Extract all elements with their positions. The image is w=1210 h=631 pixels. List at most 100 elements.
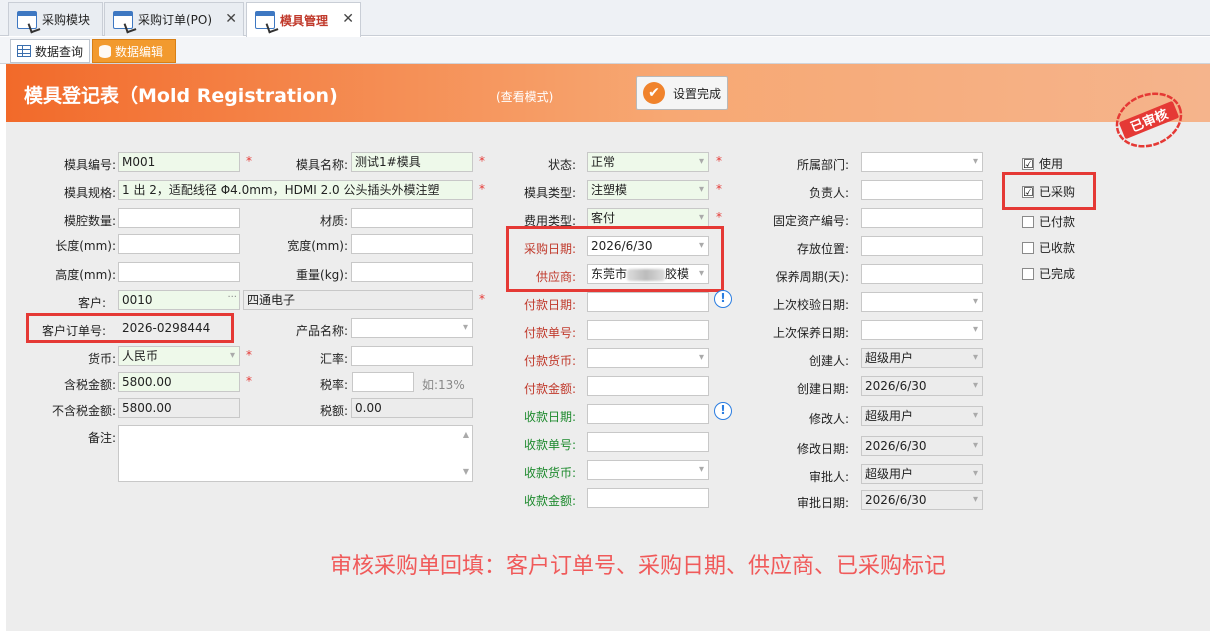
length-label: 长度(mm):	[55, 239, 116, 253]
checkbox-paid[interactable]: 已付款	[1022, 213, 1075, 230]
receive-amount-field[interactable]	[587, 488, 709, 508]
asset-no-label: 固定资产编号:	[772, 214, 849, 228]
tax-amount-label: 税额:	[319, 404, 348, 418]
creator-field: 超级用户	[861, 348, 983, 368]
subtab-label: 数据编辑	[115, 44, 164, 59]
tab-label: 模具管理	[280, 13, 329, 28]
receive-amount-label: 收款金额:	[523, 494, 576, 508]
currency-label: 货币:	[87, 352, 116, 366]
mold-no-field[interactable]: M001	[118, 152, 240, 172]
currency-dropdown[interactable]: 人民币	[118, 346, 240, 366]
material-field[interactable]	[351, 208, 473, 228]
checkbox-completed[interactable]: 已完成	[1022, 265, 1075, 282]
customer-label: 客户:	[77, 296, 106, 310]
grid-icon	[17, 45, 31, 57]
scroll-down-icon[interactable]: ▼	[463, 463, 469, 481]
required-mark: *	[246, 348, 252, 362]
last-maint-label: 上次保养日期:	[772, 326, 849, 340]
last-check-dropdown[interactable]	[861, 292, 983, 312]
pay-currency-dropdown[interactable]	[587, 348, 709, 368]
create-date-field: 2026/6/30	[861, 376, 983, 396]
exchange-rate-field[interactable]	[351, 346, 473, 366]
window-icon	[17, 10, 37, 29]
close-icon[interactable]: ✕	[225, 11, 237, 27]
close-icon[interactable]: ✕	[342, 11, 354, 27]
spec-field[interactable]: 1 出 2，适配线径 Φ4.0mm，HDMI 2.0 公头插头外模注塑	[118, 180, 473, 200]
customer-name-field: 四通电子	[243, 290, 473, 310]
maint-cycle-label: 保养周期(天):	[775, 270, 849, 284]
required-mark: *	[246, 374, 252, 388]
required-mark: *	[479, 182, 485, 196]
fee-type-dropdown[interactable]: 客付	[587, 208, 709, 228]
checkbox-label: 已付款	[1039, 215, 1076, 229]
scroll-up-icon[interactable]: ▲	[463, 426, 469, 444]
tab-label: 采购订单(PO)	[138, 13, 213, 27]
mold-type-dropdown[interactable]: 注塑模	[587, 180, 709, 200]
tab-purchase-module[interactable]: 采购模块	[8, 2, 103, 36]
last-maint-dropdown[interactable]	[861, 320, 983, 340]
subtab-data-edit[interactable]: 数据编辑	[92, 39, 176, 63]
tax-rate-field[interactable]	[352, 372, 414, 392]
width-field[interactable]	[351, 234, 473, 254]
tab-mold-management[interactable]: 模具管理 ✕	[246, 2, 361, 37]
spec-label: 模具规格:	[63, 186, 116, 200]
annotation-note: 审核采购单回填：客户订单号、采购日期、供应商、已采购标记	[330, 554, 947, 579]
status-dropdown[interactable]: 正常	[587, 152, 709, 172]
location-field[interactable]	[861, 236, 983, 256]
subtab-data-query[interactable]: 数据查询	[10, 39, 90, 63]
customer-code-field[interactable]: 0010 ···	[118, 290, 240, 310]
cavity-field[interactable]	[118, 208, 240, 228]
mold-name-field[interactable]: 测试1#模具	[351, 152, 473, 172]
length-field[interactable]	[118, 234, 240, 254]
pay-currency-label: 付款货币:	[523, 354, 576, 368]
product-name-dropdown[interactable]	[351, 318, 473, 338]
department-dropdown[interactable]	[861, 152, 983, 172]
pay-amount-label: 付款金额:	[523, 382, 576, 396]
checkbox-label: 已完成	[1039, 267, 1076, 281]
receive-currency-label: 收款货币:	[523, 466, 576, 480]
pay-no-label: 付款单号:	[523, 326, 576, 340]
weight-field[interactable]	[351, 262, 473, 282]
pay-no-field[interactable]	[587, 320, 709, 340]
amount-notax-field: 5800.00	[118, 398, 240, 418]
height-field[interactable]	[118, 262, 240, 282]
tax-amount-field: 0.00	[351, 398, 473, 418]
tax-rate-hint: 如:13%	[422, 378, 465, 392]
tab-purchase-order[interactable]: 采购订单(PO) ✕	[104, 2, 244, 36]
info-icon[interactable]: !	[714, 402, 732, 420]
checkbox-in-use[interactable]: ☑ 使用	[1022, 155, 1063, 172]
owner-field[interactable]	[861, 180, 983, 200]
approved-stamp: 已审核	[1115, 92, 1183, 148]
mold-name-label: 模具名称:	[295, 158, 348, 172]
tab-bar: 采购模块 采购订单(PO) ✕ 模具管理 ✕	[0, 0, 1210, 37]
database-icon	[99, 44, 111, 58]
modify-date-label: 修改日期:	[796, 442, 849, 456]
form-header: 模具登记表（Mold Registration) (查看模式) ✔ 设置完成	[6, 64, 1210, 122]
maint-cycle-field[interactable]	[861, 264, 983, 284]
checkbox-received[interactable]: 已收款	[1022, 239, 1075, 256]
highlight-purchased	[1002, 172, 1096, 210]
set-complete-button[interactable]: ✔ 设置完成	[636, 76, 728, 110]
cavity-label: 模腔数量:	[63, 214, 116, 228]
tax-rate-label: 税率:	[319, 378, 348, 392]
receive-no-label: 收款单号:	[523, 438, 576, 452]
pay-amount-field[interactable]	[587, 376, 709, 396]
remark-label: 备注:	[87, 431, 116, 445]
material-label: 材质:	[319, 214, 348, 228]
receive-date-field[interactable]	[587, 404, 709, 424]
remark-textarea[interactable]: ▲ ▼	[118, 425, 473, 482]
receive-currency-dropdown[interactable]	[587, 460, 709, 480]
required-mark: *	[716, 182, 722, 196]
product-name-label: 产品名称:	[295, 324, 348, 338]
pay-date-label: 付款日期:	[523, 298, 576, 312]
approve-date-label: 审批日期:	[796, 496, 849, 510]
receive-no-field[interactable]	[587, 432, 709, 452]
modify-date-field: 2026/6/30	[861, 436, 983, 456]
asset-no-field[interactable]	[861, 208, 983, 228]
pay-date-field[interactable]	[587, 292, 709, 312]
info-icon[interactable]: !	[714, 290, 732, 308]
ellipsis-icon[interactable]: ···	[227, 291, 237, 307]
width-label: 宽度(mm):	[287, 239, 348, 253]
amount-tax-field[interactable]: 5800.00	[118, 372, 240, 392]
department-label: 所属部门:	[796, 158, 849, 172]
